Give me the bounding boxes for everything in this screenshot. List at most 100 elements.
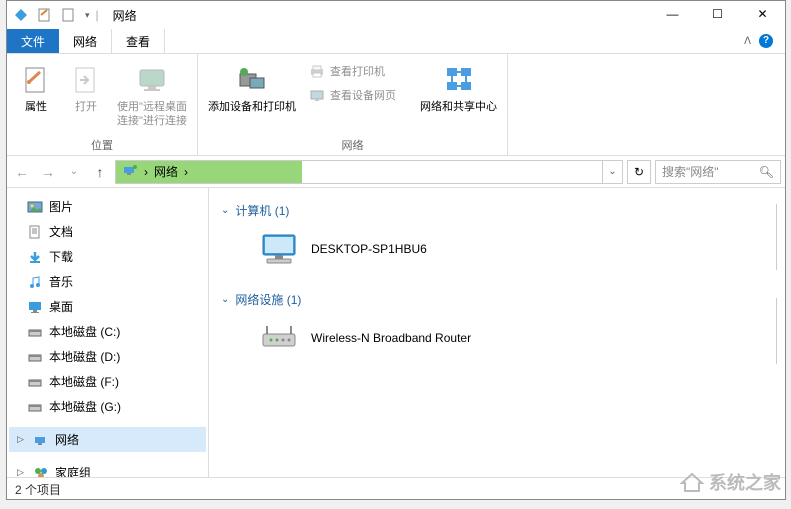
breadcrumb-network[interactable]: 网络 [154, 163, 178, 180]
open-button: 打开 [67, 58, 105, 135]
downloads-icon [27, 250, 43, 264]
homegroup-icon [33, 466, 49, 478]
divider [776, 298, 777, 364]
nav-back-button: ← [11, 161, 33, 183]
tree-label: 桌面 [49, 298, 73, 315]
tree-music[interactable]: 音乐 [9, 269, 206, 294]
minimize-button[interactable]: — [650, 1, 695, 29]
chevron-down-icon[interactable]: ⌄ [221, 205, 229, 216]
status-bar: 2 个项目 [7, 477, 785, 501]
tab-file[interactable]: 文件 [7, 29, 59, 53]
breadcrumb-sep: › [144, 165, 148, 179]
breadcrumb-sep: › [184, 165, 188, 179]
tree-homegroup[interactable]: ▷ 家庭组 [9, 460, 206, 477]
pictures-icon [27, 200, 43, 214]
divider [776, 204, 777, 270]
app-icon [13, 7, 29, 23]
view-printers-label: 查看打印机 [330, 63, 385, 79]
ribbon-tabs: 文件 网络 查看 ᐱ ? [7, 29, 785, 54]
refresh-icon: ↻ [634, 165, 644, 179]
tree-label: 下载 [49, 248, 73, 265]
nav-forward-button: → [37, 161, 59, 183]
disk-icon [27, 350, 43, 364]
address-dropdown-icon[interactable]: ⌄ [602, 160, 622, 184]
properties-icon [18, 62, 54, 98]
view-printers-button: 查看打印机 [308, 62, 396, 80]
search-icon: 🔍︎ [759, 165, 774, 179]
network-sharing-icon [441, 62, 477, 98]
search-placeholder: 搜索"网络" [662, 163, 719, 180]
add-devices-icon [234, 62, 270, 98]
network-tree-icon [33, 433, 49, 447]
nav-tree[interactable]: 图片 文档 下载 音乐 桌面 本地磁盘 (C:) [7, 188, 209, 477]
properties-button[interactable]: 属性 [17, 58, 55, 135]
tab-view[interactable]: 查看 [112, 29, 165, 53]
group-computers[interactable]: ⌄ 计算机 (1) [221, 196, 773, 227]
tree-disk-d[interactable]: 本地磁盘 (D:) [9, 344, 206, 369]
address-bar[interactable]: › 网络 › ⌄ [115, 160, 623, 184]
printer-icon [308, 62, 326, 80]
search-input[interactable]: 搜索"网络" 🔍︎ [655, 160, 781, 184]
router-icon [257, 320, 301, 356]
group-infrastructure[interactable]: ⌄ 网络设施 (1) [221, 285, 773, 316]
properties-label: 属性 [25, 100, 47, 114]
collapse-ribbon-icon[interactable]: ᐱ [744, 36, 751, 47]
tree-label: 本地磁盘 (F:) [49, 373, 119, 390]
network-icon [122, 163, 138, 180]
tree-label: 文档 [49, 223, 73, 240]
nav-up-button[interactable]: ↑ [89, 161, 111, 183]
router-item[interactable]: Wireless-N Broadband Router [221, 316, 773, 374]
disk-icon [27, 375, 43, 389]
qat-dropdown-icon[interactable]: ▾ [85, 10, 90, 21]
tree-desktop[interactable]: 桌面 [9, 294, 206, 319]
remote-desktop-icon [134, 62, 170, 98]
device-page-icon [308, 86, 326, 104]
main-content[interactable]: ⌄ 计算机 (1) DESKTOP-SP1HBU6 ⌄ 网络设施 (1) Wir… [209, 188, 785, 477]
tab-network[interactable]: 网络 [59, 29, 112, 53]
maximize-button[interactable]: ☐ [695, 1, 740, 29]
ribbon-group-location-label: 位置 [17, 135, 187, 153]
open-icon [68, 62, 104, 98]
tree-documents[interactable]: 文档 [9, 219, 206, 244]
qat-properties-icon[interactable] [37, 7, 53, 23]
tree-downloads[interactable]: 下载 [9, 244, 206, 269]
desktop-icon [27, 300, 43, 314]
tree-label: 本地磁盘 (C:) [49, 323, 120, 340]
group-computers-label: 计算机 (1) [235, 202, 289, 219]
group-infrastructure-label: 网络设施 (1) [235, 291, 301, 308]
add-devices-label: 添加设备和打印机 [208, 100, 296, 114]
divider: | [96, 8, 99, 22]
ribbon-group-network-label: 网络 [208, 135, 497, 153]
open-label: 打开 [75, 100, 97, 114]
tree-disk-c[interactable]: 本地磁盘 (C:) [9, 319, 206, 344]
chevron-right-icon[interactable]: ▷ [17, 467, 27, 477]
music-icon [27, 275, 43, 289]
remote-desktop-button: 使用"远程桌面连接"进行连接 [117, 58, 187, 135]
tree-disk-f[interactable]: 本地磁盘 (F:) [9, 369, 206, 394]
computer-item[interactable]: DESKTOP-SP1HBU6 [221, 227, 773, 285]
computer-icon [257, 231, 301, 267]
refresh-button[interactable]: ↻ [627, 160, 651, 184]
tree-disk-g[interactable]: 本地磁盘 (G:) [9, 394, 206, 419]
qat-blank-icon[interactable] [61, 7, 77, 23]
computer-name: DESKTOP-SP1HBU6 [311, 242, 427, 256]
tree-label: 图片 [49, 198, 73, 215]
tree-label: 音乐 [49, 273, 73, 290]
chevron-right-icon[interactable]: ▷ [17, 434, 27, 445]
add-devices-button[interactable]: 添加设备和打印机 [208, 58, 296, 135]
nav-bar: ← → ⌄ ↑ › 网络 › ⌄ ↻ 搜索"网络" 🔍︎ [7, 156, 785, 188]
ribbon: 属性 打开 使用"远程桌面连接"进行连接 位置 [7, 54, 785, 156]
network-sharing-button[interactable]: 网络和共享中心 [420, 58, 497, 135]
disk-icon [27, 400, 43, 414]
close-button[interactable]: ✕ [740, 1, 785, 29]
tree-pictures[interactable]: 图片 [9, 194, 206, 219]
tree-network[interactable]: ▷ 网络 [9, 427, 206, 452]
help-icon[interactable]: ? [759, 34, 773, 48]
tree-label: 本地磁盘 (G:) [49, 398, 121, 415]
tree-label: 网络 [55, 431, 79, 448]
chevron-down-icon[interactable]: ⌄ [221, 294, 229, 305]
nav-recent-dropdown[interactable]: ⌄ [63, 161, 85, 183]
view-device-page-button: 查看设备网页 [308, 86, 396, 104]
tree-label: 家庭组 [55, 464, 91, 477]
item-count: 2 个项目 [15, 481, 61, 498]
